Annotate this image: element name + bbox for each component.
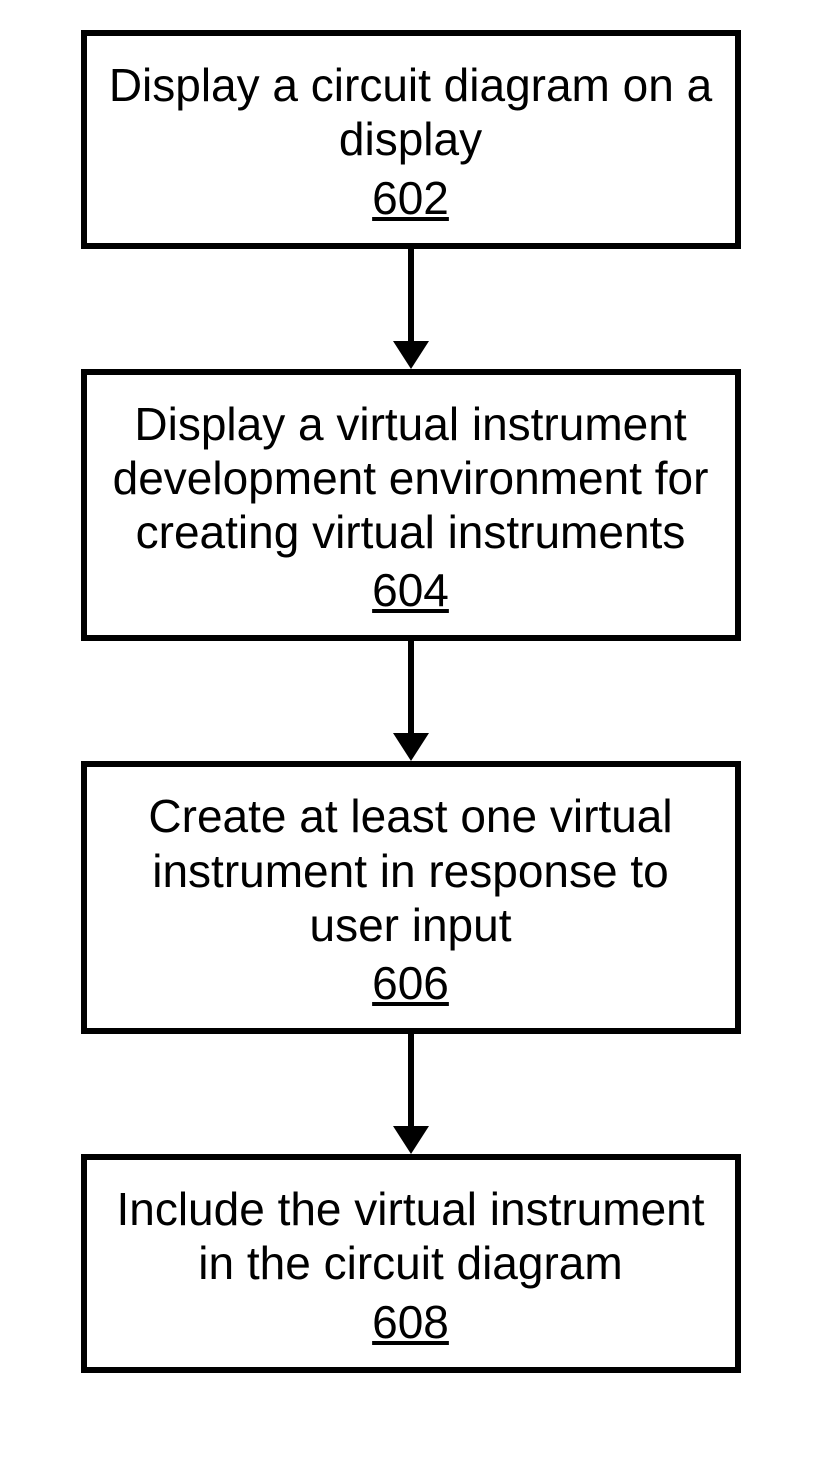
arrow-line [408, 1034, 414, 1126]
flow-step-608: Include the virtual instrument in the ci… [81, 1154, 741, 1373]
flow-step-text: Include the virtual instrument in the ci… [107, 1182, 715, 1291]
flow-step-text: Display a circuit diagram on a display [107, 58, 715, 167]
arrow-head-icon [393, 341, 429, 369]
flow-step-604: Display a virtual instrument development… [81, 369, 741, 642]
flowchart-canvas: Display a circuit diagram on a display 6… [0, 0, 821, 1464]
flow-step-ref: 606 [107, 956, 715, 1010]
flowchart: Display a circuit diagram on a display 6… [0, 0, 821, 1373]
arrow-line [408, 641, 414, 733]
flow-step-602: Display a circuit diagram on a display 6… [81, 30, 741, 249]
flow-arrow [393, 249, 429, 369]
flow-step-text: Display a virtual instrument development… [107, 397, 715, 560]
flow-step-606: Create at least one virtual instrument i… [81, 761, 741, 1034]
arrow-line [408, 249, 414, 341]
flow-arrow [393, 1034, 429, 1154]
flow-step-ref: 604 [107, 563, 715, 617]
flow-step-ref: 608 [107, 1295, 715, 1349]
arrow-head-icon [393, 733, 429, 761]
arrow-head-icon [393, 1126, 429, 1154]
flow-step-text: Create at least one virtual instrument i… [107, 789, 715, 952]
flow-arrow [393, 641, 429, 761]
flow-step-ref: 602 [107, 171, 715, 225]
